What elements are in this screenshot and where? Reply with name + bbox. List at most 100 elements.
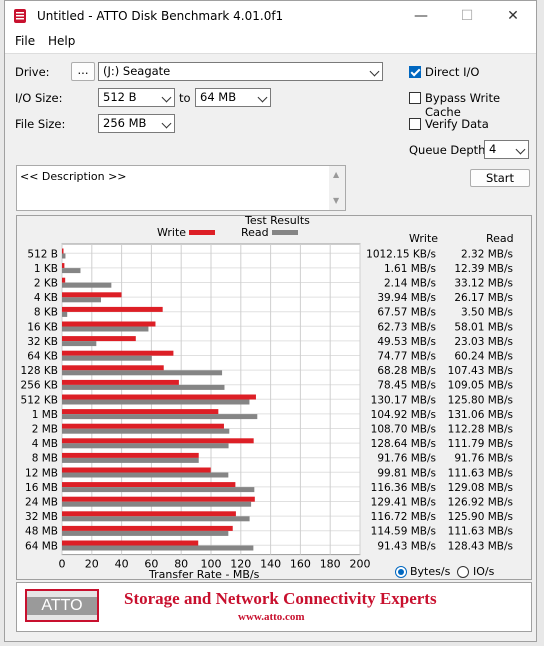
category-label: 8 KB <box>34 307 58 319</box>
read-bar <box>62 297 101 303</box>
read-bar <box>62 443 229 449</box>
read-bar <box>62 268 81 274</box>
file-size-label: File Size: <box>15 117 66 131</box>
title-bar: Untitled - ATTO Disk Benchmark 4.01.0f1 … <box>5 1 536 31</box>
category-label: 512 B <box>27 248 58 260</box>
atto-banner[interactable]: ATTO Storage and Network Connectivity Ex… <box>16 582 532 632</box>
write-value-label: 108.70 MB/s <box>371 424 436 436</box>
minimize-button[interactable]: — <box>399 1 443 31</box>
write-bar <box>62 438 254 444</box>
results-panel: Test Results Write Read Write Read 0 20 40… <box>16 214 532 581</box>
io-per-second-radio[interactable] <box>457 566 469 578</box>
start-button[interactable]: Start <box>470 169 530 187</box>
read-bar <box>62 341 97 347</box>
read-value-label: 111.63 MB/s <box>448 467 513 479</box>
read-value-label: 23.03 MB/s <box>454 336 513 348</box>
write-value-label: 91.76 MB/s <box>377 453 436 465</box>
write-bar <box>62 306 163 312</box>
scroll-down-icon[interactable]: ▼ <box>333 196 339 205</box>
app-window: Untitled - ATTO Disk Benchmark 4.01.0f1 … <box>4 0 537 642</box>
description-text: << Description >> <box>20 170 127 183</box>
write-value-label: 116.72 MB/s <box>371 511 436 523</box>
banner-tagline: Storage and Network Connectivity Experts <box>124 589 437 608</box>
drive-value: (J:) Seagate <box>103 64 171 78</box>
write-value-label: 2.14 MB/s <box>384 278 436 290</box>
bypass-write-cache-checkbox[interactable] <box>409 92 421 104</box>
close-button[interactable]: ✕ <box>491 1 535 31</box>
write-bar <box>62 379 179 385</box>
x-tick-label: 20 <box>85 558 99 571</box>
write-bar <box>62 496 255 502</box>
menu-file[interactable]: File <box>15 34 35 48</box>
category-label: 32 KB <box>27 336 58 348</box>
io-from-value: 512 B <box>103 90 137 104</box>
read-value-label: 91.76 MB/s <box>454 453 513 465</box>
x-axis-label: Transfer Rate - MB/s <box>149 568 260 581</box>
io-size-to-select[interactable]: 64 MB <box>195 88 271 107</box>
write-bar <box>62 248 64 254</box>
read-bar <box>62 428 230 434</box>
category-label: 1 KB <box>34 263 58 275</box>
x-tick-label: 200 <box>350 558 371 571</box>
chevron-down-icon <box>369 66 380 77</box>
chevron-down-icon <box>161 92 172 103</box>
write-bar <box>62 540 199 546</box>
read-bar <box>62 355 152 361</box>
read-value-label: 2.32 MB/s <box>461 248 513 260</box>
write-bar <box>62 277 66 283</box>
read-bar <box>62 282 112 288</box>
write-value-label: 39.94 MB/s <box>377 292 436 304</box>
category-label: 64 KB <box>27 351 58 363</box>
x-tick-label: 140 <box>260 558 281 571</box>
browse-button[interactable]: ... <box>71 62 95 81</box>
read-bar <box>62 370 223 376</box>
category-label: 128 KB <box>21 365 58 377</box>
write-bar <box>62 423 224 429</box>
maximize-button[interactable]: ☐ <box>445 1 489 31</box>
io-per-second-label: IO/s <box>473 565 495 578</box>
read-value-label: 3.50 MB/s <box>461 307 513 319</box>
queue-depth-label: Queue Depth: <box>409 143 490 157</box>
menu-bar: File Help <box>5 31 536 54</box>
write-value-label: 49.53 MB/s <box>377 336 436 348</box>
drive-select[interactable]: (J:) Seagate <box>98 62 383 81</box>
queue-depth-value: 4 <box>489 142 497 156</box>
atto-logo-text: ATTO <box>27 597 97 615</box>
scroll-up-icon[interactable]: ▲ <box>333 170 339 179</box>
write-value-label: 128.64 MB/s <box>371 438 436 450</box>
write-bar <box>62 394 256 400</box>
description-scrollbar[interactable]: ▲ ▼ <box>329 166 345 210</box>
banner-url[interactable]: www.atto.com <box>238 611 305 623</box>
category-label: 4 MB <box>32 438 58 450</box>
write-bar <box>62 525 233 531</box>
read-value-label: 125.80 MB/s <box>448 394 513 406</box>
write-bar <box>62 467 211 473</box>
description-box[interactable]: << Description >> ▲ ▼ <box>16 165 346 211</box>
read-value-label: 107.43 MB/s <box>448 365 513 377</box>
menu-help[interactable]: Help <box>48 34 75 48</box>
read-bar <box>62 384 225 390</box>
window-title: Untitled - ATTO Disk Benchmark 4.01.0f1 <box>37 9 284 23</box>
direct-io-checkbox[interactable] <box>409 66 421 78</box>
read-value-label: 26.17 MB/s <box>454 292 513 304</box>
write-value-label: 68.28 MB/s <box>377 365 436 377</box>
queue-depth-select[interactable]: 4 <box>484 140 529 159</box>
category-label: 64 MB <box>25 540 58 552</box>
read-bar <box>62 457 199 463</box>
category-label: 512 KB <box>21 394 58 406</box>
drive-label: Drive: <box>15 65 50 79</box>
read-bar <box>62 545 254 551</box>
read-bar <box>62 516 250 522</box>
read-value-label: 125.90 MB/s <box>448 511 513 523</box>
atto-logo: ATTO <box>25 589 99 622</box>
read-value-label: 60.24 MB/s <box>454 351 513 363</box>
write-bar <box>62 482 236 488</box>
bypass-write-cache-label: Bypass Write Cache <box>425 91 501 119</box>
bytes-per-second-radio[interactable] <box>395 566 407 578</box>
read-value-label: 33.12 MB/s <box>454 278 513 290</box>
write-bar <box>62 365 164 371</box>
io-size-from-select[interactable]: 512 B <box>98 88 175 107</box>
verify-data-checkbox[interactable] <box>409 118 421 130</box>
file-size-select[interactable]: 256 MB <box>98 114 175 133</box>
read-value-label: 12.39 MB/s <box>454 263 513 275</box>
